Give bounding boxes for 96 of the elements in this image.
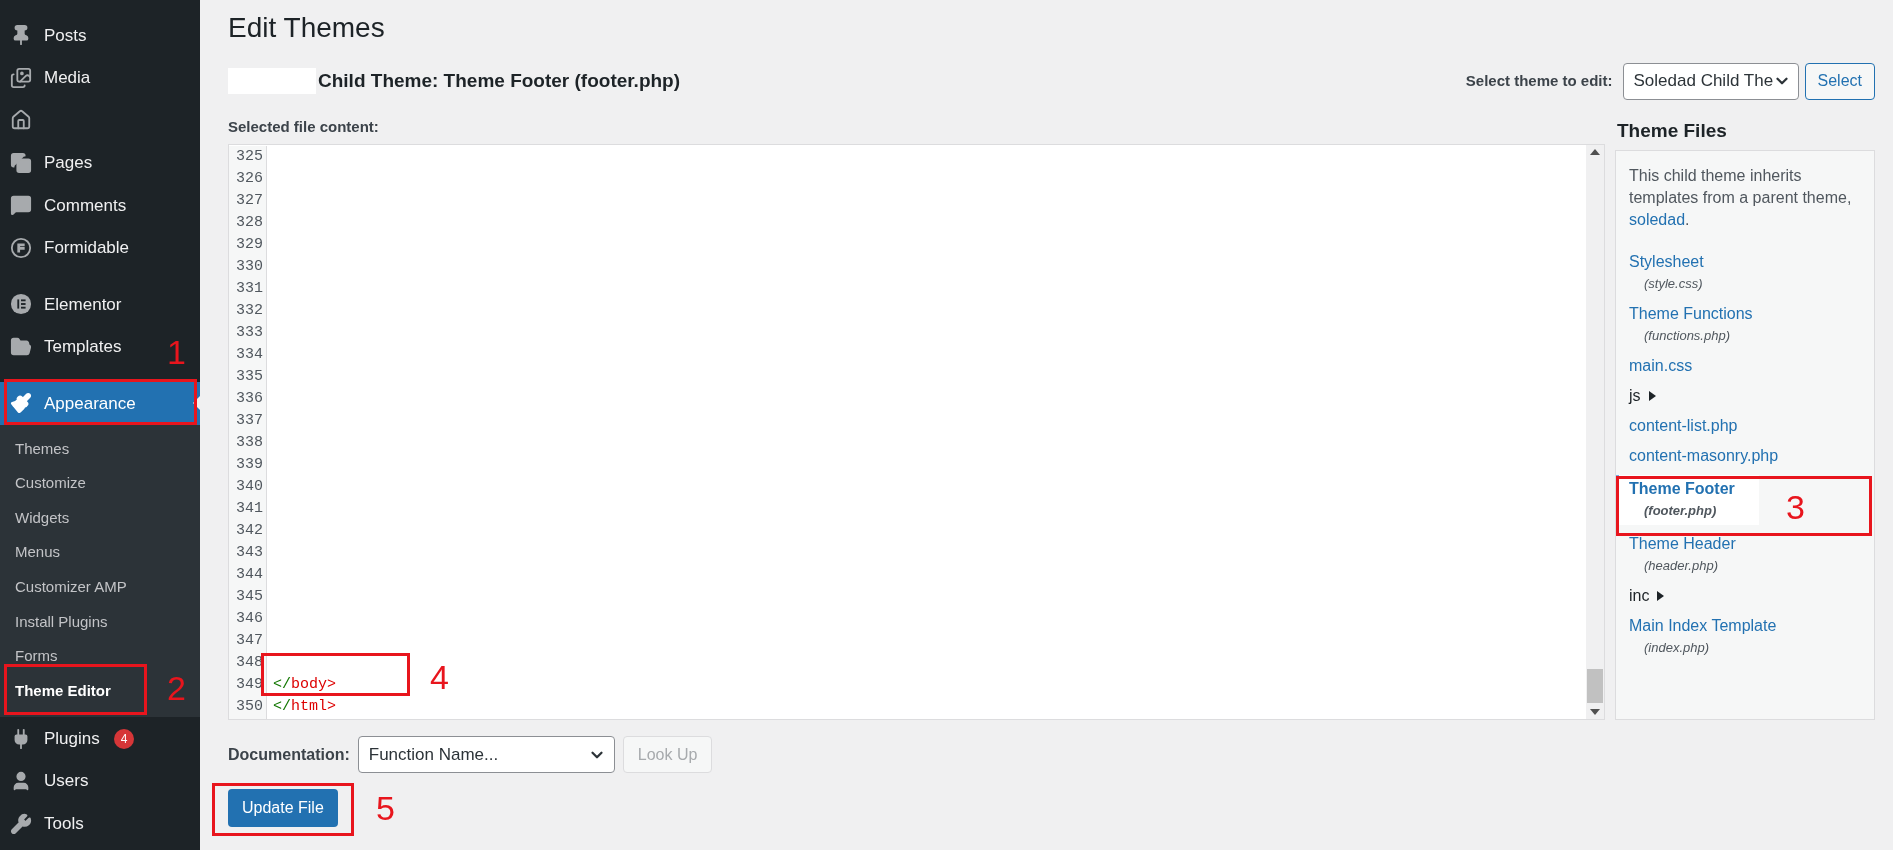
menu-item[interactable]: Tools (0, 802, 90, 845)
line-number: 330 (235, 257, 263, 277)
file-item[interactable]: content-masonry.php (1616, 445, 1803, 467)
line-number: 347 (235, 631, 263, 651)
menu-item[interactable]: Plugins 4 (0, 717, 141, 760)
submenu-item[interactable]: Install Plugins (0, 604, 112, 640)
media-icon (10, 66, 32, 89)
parent-theme-link[interactable]: soledad (1629, 211, 1686, 228)
folder-icon (10, 335, 32, 358)
code-line: </html> (273, 698, 337, 715)
line-number: 346 (235, 609, 263, 629)
line-number: 326 (235, 169, 263, 189)
step-number: 1 (167, 332, 186, 372)
content-label: Selected file content: (228, 117, 380, 137)
line-number: 338 (235, 433, 263, 453)
menu-label: Templates (44, 336, 122, 358)
menu-item[interactable]: Templates (0, 325, 128, 368)
line-number: 343 (235, 543, 263, 563)
file-item[interactable]: Theme Footer (footer.php) (1616, 475, 1759, 525)
line-number: 332 (235, 301, 263, 321)
section-heading: Theme Files (1616, 119, 1728, 143)
menu-label: Comments (44, 194, 127, 217)
line-number: 341 (235, 499, 263, 519)
line-number: 331 (235, 279, 263, 299)
line-number: 329 (235, 235, 263, 255)
menu-label: Users (44, 770, 89, 793)
line-number: 345 (235, 587, 263, 607)
wrench-icon (10, 812, 32, 835)
line-number: 336 (235, 389, 263, 409)
file-heading: Child Theme: Theme Footer (footer.php) (318, 68, 681, 93)
line-number: 333 (235, 323, 263, 343)
submenu-item[interactable]: Themes (0, 431, 74, 467)
house-icon (10, 109, 32, 132)
menu-label: Plugins (44, 727, 100, 750)
expand-caret-icon (1648, 391, 1656, 401)
menu-item[interactable]: Users (0, 759, 95, 803)
menu-item[interactable]: Appearance (0, 382, 200, 425)
step-number: 5 (376, 788, 395, 828)
file-item[interactable]: main.css (1616, 355, 1717, 377)
code-line: </body> (273, 676, 337, 693)
step-number: 3 (1786, 487, 1805, 527)
line-number: 342 (235, 521, 263, 541)
comment-icon (10, 194, 32, 217)
submenu-item[interactable]: Menus (0, 535, 65, 570)
submenu-item[interactable]: Theme Editor (0, 673, 115, 709)
formidable-icon (10, 236, 32, 259)
select-label: Select theme to edit: (1465, 70, 1613, 91)
folder-item[interactable]: inc (1616, 585, 1669, 607)
file-item[interactable]: Theme Functions (functions.php) (1616, 303, 1777, 347)
scrollbar[interactable] (1586, 145, 1604, 719)
paintbrush-icon (10, 392, 32, 415)
menu-item[interactable]: Formidable (0, 226, 136, 269)
line-number: 340 (235, 477, 263, 497)
submenu-item[interactable]: Forms (0, 639, 62, 674)
menu-label: Posts (44, 24, 87, 47)
menu-item[interactable]: Posts (0, 14, 93, 57)
line-number: 334 (235, 345, 263, 365)
menu-label: Formidable (44, 237, 130, 259)
menu-item[interactable]: Comments (0, 184, 133, 227)
select-button[interactable]: Select (1804, 62, 1875, 100)
menu-label: Elementor (44, 293, 122, 316)
menu-item[interactable]: Media (0, 56, 97, 99)
folder-item[interactable]: js (1616, 385, 1660, 407)
expand-caret-icon (1657, 591, 1665, 601)
line-number: 327 (235, 191, 263, 211)
submenu-item[interactable]: Widgets (0, 500, 74, 536)
theme-select[interactable]: Soledad Child The (1622, 62, 1799, 100)
line-number: 328 (235, 213, 263, 233)
line-number: 337 (235, 411, 263, 431)
menu-item[interactable]: Elementor (0, 283, 128, 326)
documentation-label: Documentation: (228, 744, 350, 765)
submenu-item[interactable]: Customize (0, 466, 90, 501)
file-item[interactable]: Stylesheet (style.css) (1616, 251, 1728, 295)
line-number: 335 (235, 367, 263, 387)
file-item[interactable]: content-list.php (1616, 415, 1762, 437)
menu-item[interactable]: Pages (0, 141, 99, 184)
line-number: 344 (235, 565, 263, 585)
menu-label: Tools (44, 812, 84, 835)
step-number: 4 (430, 657, 449, 697)
file-item[interactable]: Main Index Template (index.php) (1616, 615, 1801, 659)
update-file-button[interactable]: Update File (228, 789, 338, 827)
submenu-item[interactable]: Customizer AMP (0, 569, 131, 605)
inherit-note: This child theme inherits templates from a parent theme, soledad. (1628, 166, 1853, 230)
line-number: 350 (235, 697, 263, 717)
line-number: 339 (235, 455, 263, 475)
line-number: 325 (235, 147, 263, 167)
count-badge: 4 (113, 728, 135, 749)
menu-label: Pages (44, 152, 93, 174)
function-select[interactable]: Function Name... (357, 736, 615, 773)
step-number: 2 (167, 668, 186, 708)
menu-label: Appearance (44, 392, 136, 415)
page-title: Edit Themes (228, 11, 386, 45)
pages-icon (10, 151, 32, 174)
menu-label: Media (44, 67, 91, 89)
file-item[interactable]: Theme Header (header.php) (1616, 533, 1760, 577)
elementor-icon (10, 293, 32, 316)
